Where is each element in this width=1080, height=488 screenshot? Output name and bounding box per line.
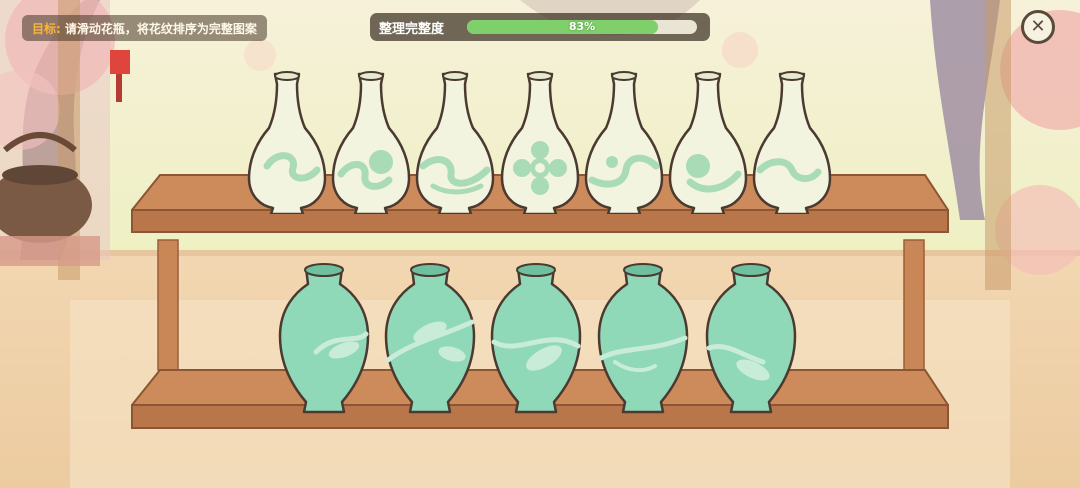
- progress-bar: 83%: [467, 20, 697, 34]
- goal-text: 请滑动花瓶，将花纹排序为完整图案: [64, 21, 257, 36]
- goal-banner: 目标: 请滑动花瓶，将花纹排序为完整图案: [22, 15, 267, 41]
- vase-bottom-4[interactable]: [597, 262, 689, 414]
- vase-top-6[interactable]: [668, 70, 748, 214]
- vases: [247, 70, 832, 414]
- close-icon: ✕: [1030, 16, 1046, 37]
- vase-top-1[interactable]: [247, 70, 327, 214]
- close-button[interactable]: ✕: [1021, 10, 1055, 44]
- progress-title: 整理完整度: [379, 21, 445, 37]
- progress-percent: 83%: [568, 20, 596, 33]
- vase-bottom-5[interactable]: [705, 262, 797, 414]
- vase-bottom-1[interactable]: [278, 262, 370, 414]
- vase-top-4[interactable]: [500, 70, 580, 214]
- vase-top-2[interactable]: [331, 70, 411, 214]
- progress-panel: 整理完整度 83%: [370, 13, 710, 41]
- vase-bottom-2[interactable]: [384, 262, 476, 414]
- vase-top-3[interactable]: [415, 70, 495, 214]
- vase-bottom-3[interactable]: [490, 262, 582, 414]
- goal-label: 目标:: [32, 21, 61, 36]
- vase-top-5[interactable]: [584, 70, 664, 214]
- vase-top-7[interactable]: [752, 70, 832, 214]
- game-scene: 目标: 请滑动花瓶，将花纹排序为完整图案 整理完整度 83% ✕: [0, 0, 1080, 488]
